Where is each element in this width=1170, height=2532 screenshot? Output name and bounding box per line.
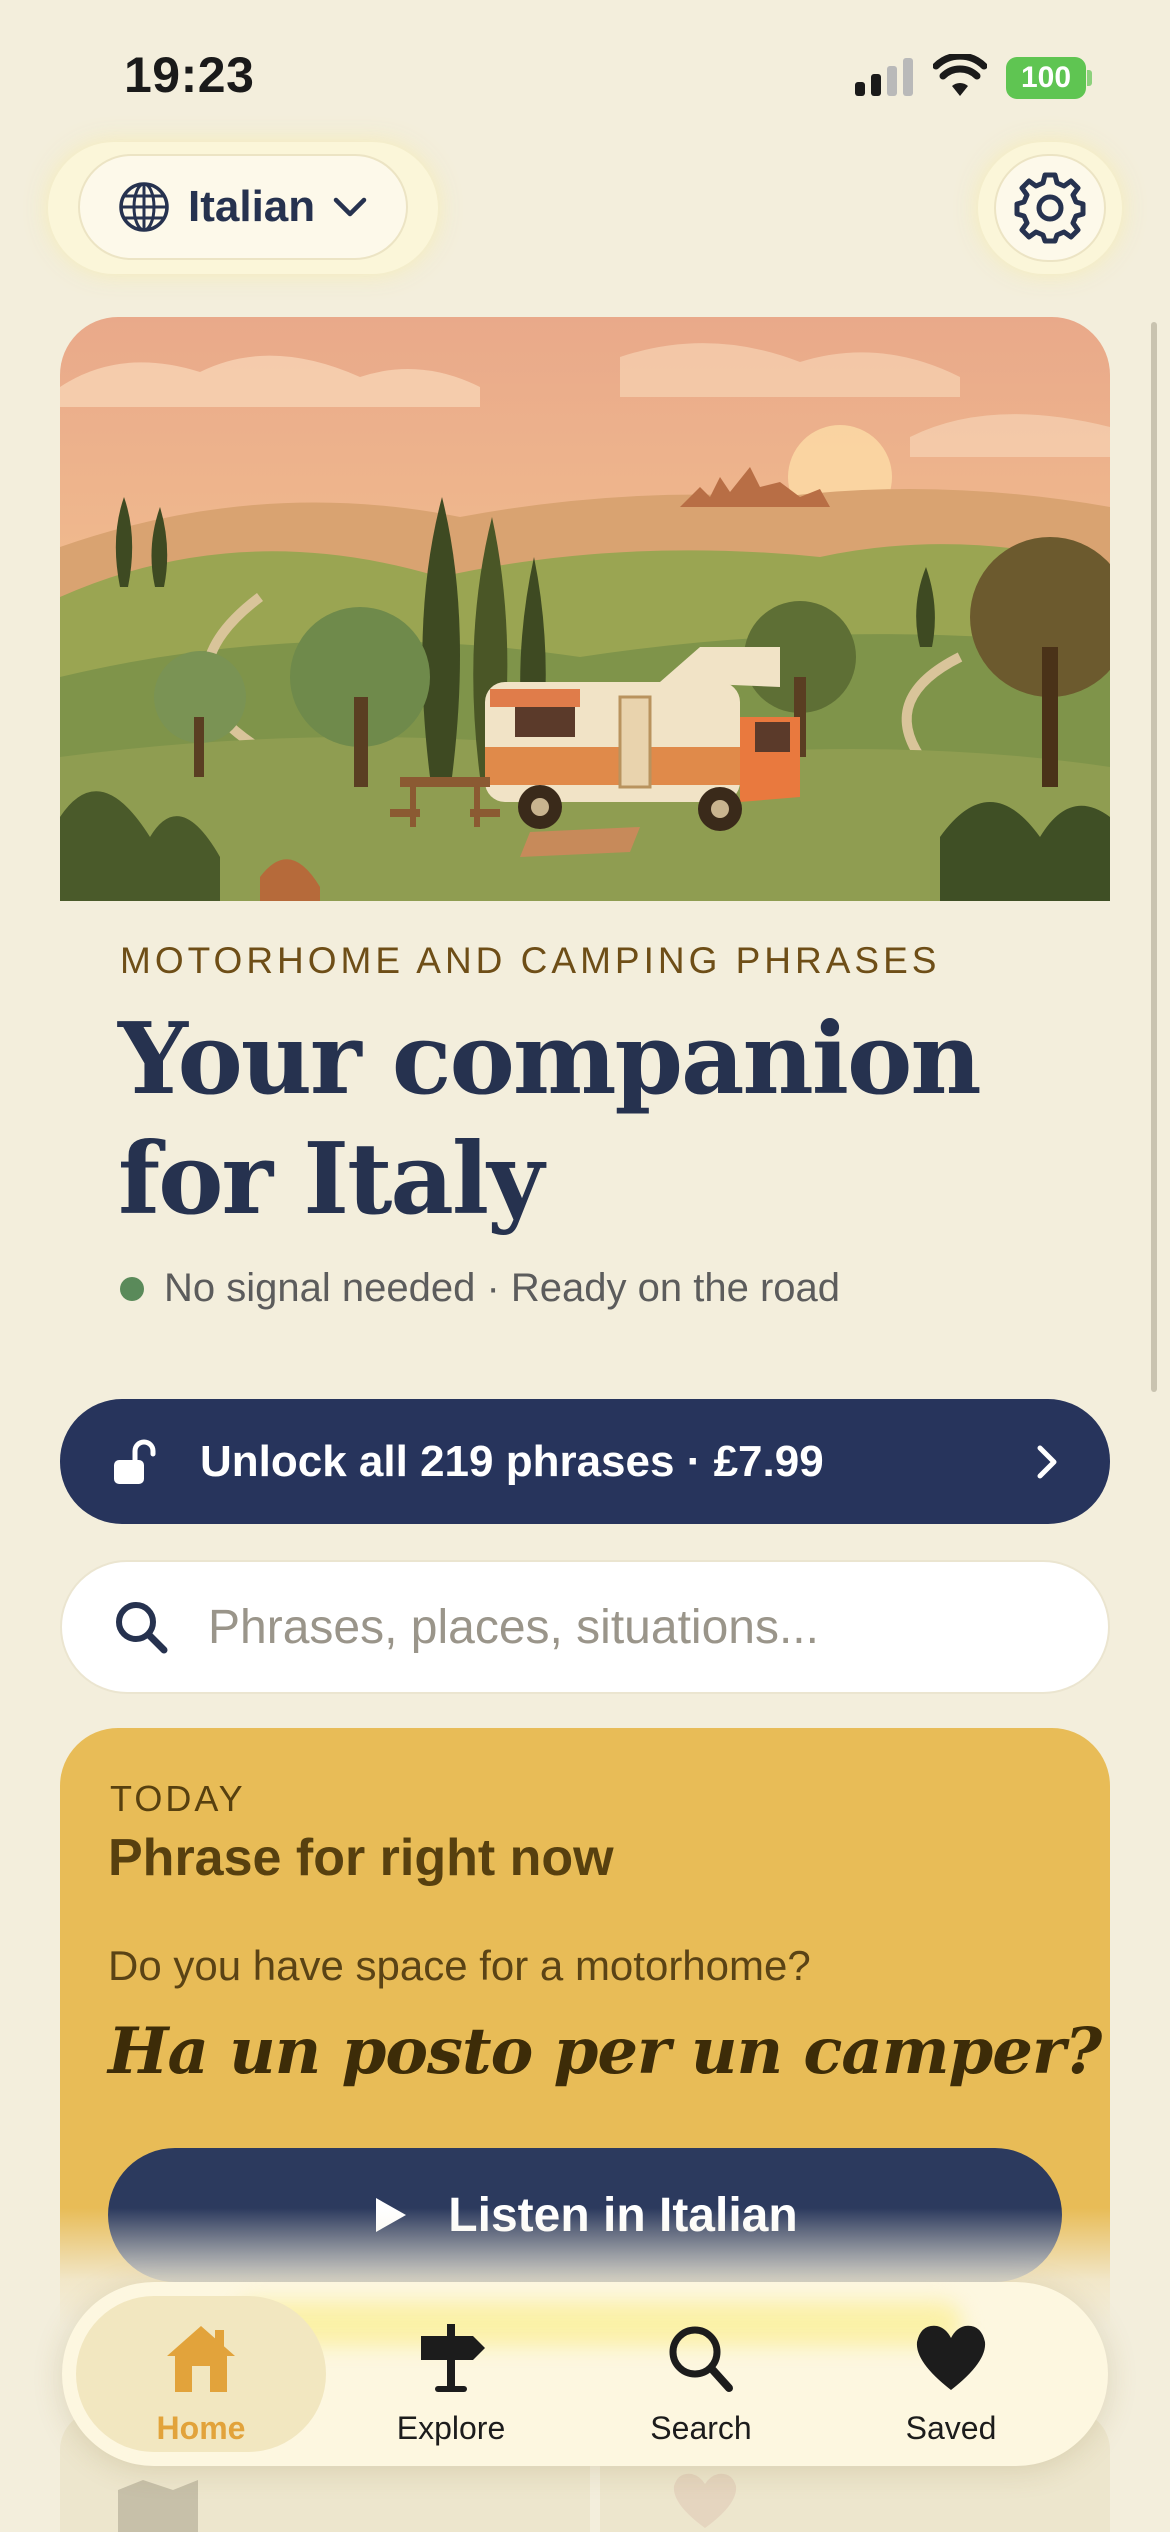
unlock-button-label: Unlock all 219 phrases · £7.99	[200, 1436, 824, 1486]
battery-level: 100	[1006, 57, 1086, 99]
phrase-of-the-day-card: TODAY Phrase for right now Do you have s…	[60, 1728, 1110, 2328]
chevron-right-icon	[1037, 1445, 1057, 1479]
wifi-icon	[933, 54, 987, 96]
nav-label-home: Home	[156, 2410, 246, 2446]
signpost-icon	[421, 2324, 485, 2392]
hero-eyebrow: MOTORHOME AND CAMPING PHRASES	[120, 940, 941, 981]
nav-label-saved: Saved	[905, 2410, 997, 2446]
gear-icon	[1014, 172, 1086, 244]
hero-headline-line1: Your companion	[118, 1002, 982, 1117]
nav-item-search[interactable]: Search	[576, 2296, 826, 2452]
hero-headline: Your companion for Italy	[118, 1000, 1018, 1240]
language-selector-button[interactable]: Italian	[78, 154, 408, 260]
offline-status: No signal needed · Ready on the road	[120, 1266, 840, 1311]
chevron-down-icon	[333, 197, 367, 217]
heart-icon	[673, 2473, 737, 2528]
phrase-card-eyebrow: TODAY	[110, 1778, 246, 1819]
offline-status-text: No signal needed · Ready on the road	[164, 1266, 841, 1310]
search-input[interactable]: Phrases, places, situations...	[60, 1560, 1110, 1694]
battery-icon: 100	[1006, 57, 1092, 99]
hero-headline-line2: for Italy	[118, 1122, 544, 1237]
unlock-all-phrases-button[interactable]: Unlock all 219 phrases · £7.99	[60, 1399, 1110, 1524]
status-time: 19:23	[124, 47, 255, 103]
nav-item-explore[interactable]: Explore	[326, 2296, 576, 2452]
scrollbar[interactable]	[1151, 322, 1157, 1392]
map-icon	[118, 2480, 198, 2532]
phrase-card-title: Phrase for right now	[108, 1829, 614, 1887]
phrase-italian: Ha un posto per un camper?	[108, 2014, 1102, 2089]
heart-icon	[916, 2325, 986, 2390]
settings-button[interactable]	[994, 154, 1106, 262]
offline-status-dot	[120, 1276, 144, 1301]
nav-item-saved[interactable]: Saved	[826, 2296, 1076, 2452]
phrase-english: Do you have space for a motorhome?	[108, 1942, 811, 1989]
search-placeholder: Phrases, places, situations...	[208, 1600, 819, 1654]
search-icon	[669, 2326, 733, 2392]
hero-illustration	[60, 317, 1110, 901]
nav-label-explore: Explore	[396, 2410, 506, 2446]
nav-label-search: Search	[650, 2410, 752, 2446]
bottom-navigation: Home Explore Search Saved	[62, 2282, 1108, 2466]
home-icon	[167, 2326, 235, 2392]
status-bar: 19:23 100	[0, 0, 1170, 150]
cellular-signal-icon	[855, 58, 913, 96]
nav-item-home[interactable]: Home	[76, 2296, 326, 2452]
unlock-icon	[114, 1439, 156, 1484]
language-label: Italian	[188, 182, 316, 231]
search-icon	[116, 1602, 168, 1654]
globe-icon	[119, 182, 169, 232]
